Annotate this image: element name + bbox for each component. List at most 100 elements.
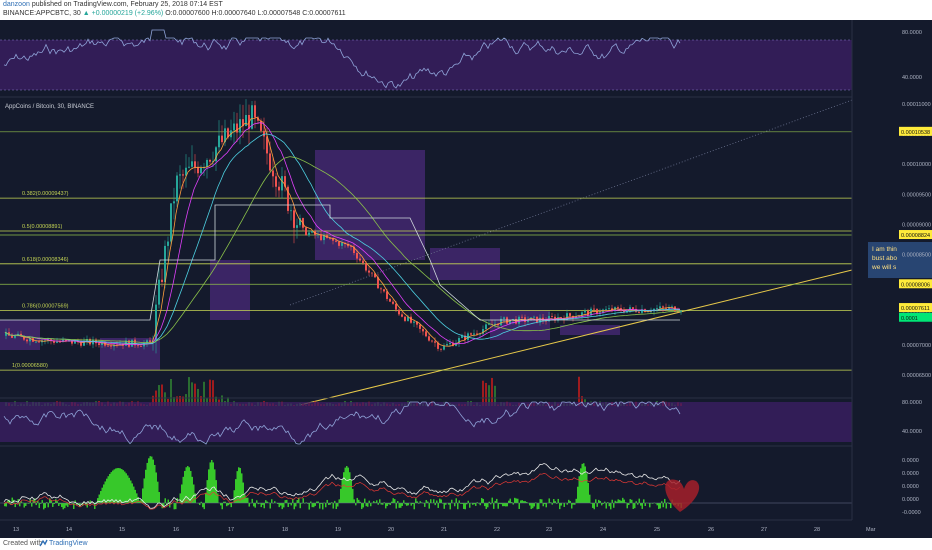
macd-histogram-bar <box>100 491 102 503</box>
candle-body <box>176 175 178 202</box>
macd-histogram-bar <box>515 498 517 503</box>
candle-body <box>389 298 391 302</box>
macd-histogram-bar <box>65 503 67 506</box>
time-tick: 27 <box>761 527 767 533</box>
macd-histogram-bar <box>104 481 106 503</box>
macd-histogram-bar <box>658 503 660 509</box>
price-badge-text: 0.0001 <box>901 316 918 322</box>
candle-body <box>662 306 664 308</box>
macd-histogram-bar <box>281 503 283 510</box>
macd-histogram-bar <box>493 503 495 509</box>
macd-histogram-bar <box>296 500 298 503</box>
macd-histogram-bar <box>212 462 214 503</box>
macd-histogram-bar <box>641 503 643 509</box>
candle-body <box>221 135 223 143</box>
macd-histogram-bar <box>406 503 408 506</box>
macd-histogram-bar <box>338 499 340 503</box>
candle-body <box>521 316 523 318</box>
macd-histogram-bar <box>619 499 621 503</box>
macd-histogram-bar <box>110 472 112 503</box>
price-badge-text: 0.00007611 <box>901 306 930 312</box>
macd-histogram-bar <box>557 498 559 503</box>
candle-body <box>170 203 172 242</box>
time-tick: 18 <box>282 527 288 533</box>
candle-body <box>425 331 427 337</box>
macd-histogram-bar <box>400 503 402 508</box>
author-link[interactable]: danzoon <box>3 1 30 8</box>
macd-tick: 0.0000 <box>902 471 919 477</box>
macd-histogram-bar <box>496 498 498 503</box>
macd-histogram-bar <box>455 498 457 503</box>
macd-histogram-bar <box>620 500 622 503</box>
macd-histogram-bar <box>617 499 619 503</box>
macd-histogram-bar <box>394 499 396 503</box>
macd-histogram-bar <box>134 489 136 503</box>
macd-histogram-bar <box>115 468 117 503</box>
candle-body <box>395 303 397 310</box>
candle-body <box>680 310 682 312</box>
macd-tick: 0.0000 <box>902 497 919 503</box>
macd-histogram-bar <box>293 503 295 510</box>
macd-histogram-bar <box>545 503 547 508</box>
candle-body <box>533 316 535 318</box>
footer-label: Created with <box>3 540 43 547</box>
macd-histogram-bar <box>479 503 481 506</box>
macd-histogram-bar <box>538 503 540 510</box>
published-text: published on TradingView.com, February 2… <box>31 1 223 8</box>
macd-histogram-bar <box>23 503 25 508</box>
fib-label: 1(0.00006580) <box>12 363 48 369</box>
candle-body <box>35 341 37 343</box>
candle-body <box>362 260 364 264</box>
macd-histogram-bar <box>340 488 342 503</box>
candle-body <box>656 308 658 310</box>
macd-histogram-bar <box>227 503 229 506</box>
macd-histogram-bar <box>596 503 598 507</box>
macd-histogram-bar <box>337 503 339 507</box>
macd-histogram-bar <box>509 498 511 503</box>
macd-histogram-bar <box>449 503 451 510</box>
candle-body <box>584 310 586 313</box>
macd-histogram-bar <box>376 500 378 503</box>
macd-histogram-bar <box>553 499 555 503</box>
rsi-top-tick-80: 80.0000 <box>902 30 922 36</box>
macd-histogram-bar <box>203 503 205 510</box>
macd-histogram-bar <box>155 472 157 503</box>
macd-histogram-bar <box>530 503 532 510</box>
candle-body <box>38 341 40 343</box>
macd-histogram-bar <box>532 503 534 509</box>
chart-area[interactable]: 80.0000 40.0000 0.382(0.00009437) 0.5(0.00… <box>0 20 932 538</box>
macd-histogram-bar <box>482 498 484 503</box>
macd-histogram-bar <box>352 488 354 503</box>
time-tick: 20 <box>388 527 394 533</box>
macd-histogram-bar <box>199 503 201 506</box>
chart-svg[interactable]: 80.0000 40.0000 0.382(0.00009437) 0.5(0.00… <box>0 20 932 538</box>
candle-body <box>551 316 553 317</box>
candle-body <box>98 343 100 345</box>
macd-histogram-bar <box>206 480 208 503</box>
candle-body <box>506 317 508 324</box>
publish-line: danzoon published on TradingView.com, Fe… <box>3 1 223 8</box>
macd-histogram-bar <box>322 503 324 510</box>
candle-body <box>422 328 424 332</box>
macd-histogram-bar <box>67 503 69 507</box>
candle-body <box>305 227 307 236</box>
tradingview-logo-icon <box>39 539 48 547</box>
macd-histogram-bar <box>52 503 54 507</box>
candle-body <box>233 123 235 131</box>
time-tick: 25 <box>654 527 660 533</box>
macd-histogram-bar <box>215 480 217 503</box>
macd-histogram-bar <box>41 500 43 503</box>
footer-brand[interactable]: TradingView <box>49 540 88 547</box>
macd-histogram-bar <box>598 499 600 503</box>
volume-bar <box>491 377 493 406</box>
candle-body <box>485 324 487 330</box>
macd-histogram-bar <box>226 503 228 507</box>
macd-histogram-bar <box>64 503 66 509</box>
candle-body <box>290 210 292 212</box>
candle-body <box>56 341 58 343</box>
macd-histogram-bar <box>221 503 223 510</box>
macd-histogram-bar <box>437 503 439 508</box>
ohlc-line: BINANCE:APPCBTC, 30 ▲ +0.00000219 (+2.96… <box>3 10 346 17</box>
macd-tick: 0.0000 <box>902 458 919 464</box>
macd-histogram-bar <box>143 478 145 503</box>
